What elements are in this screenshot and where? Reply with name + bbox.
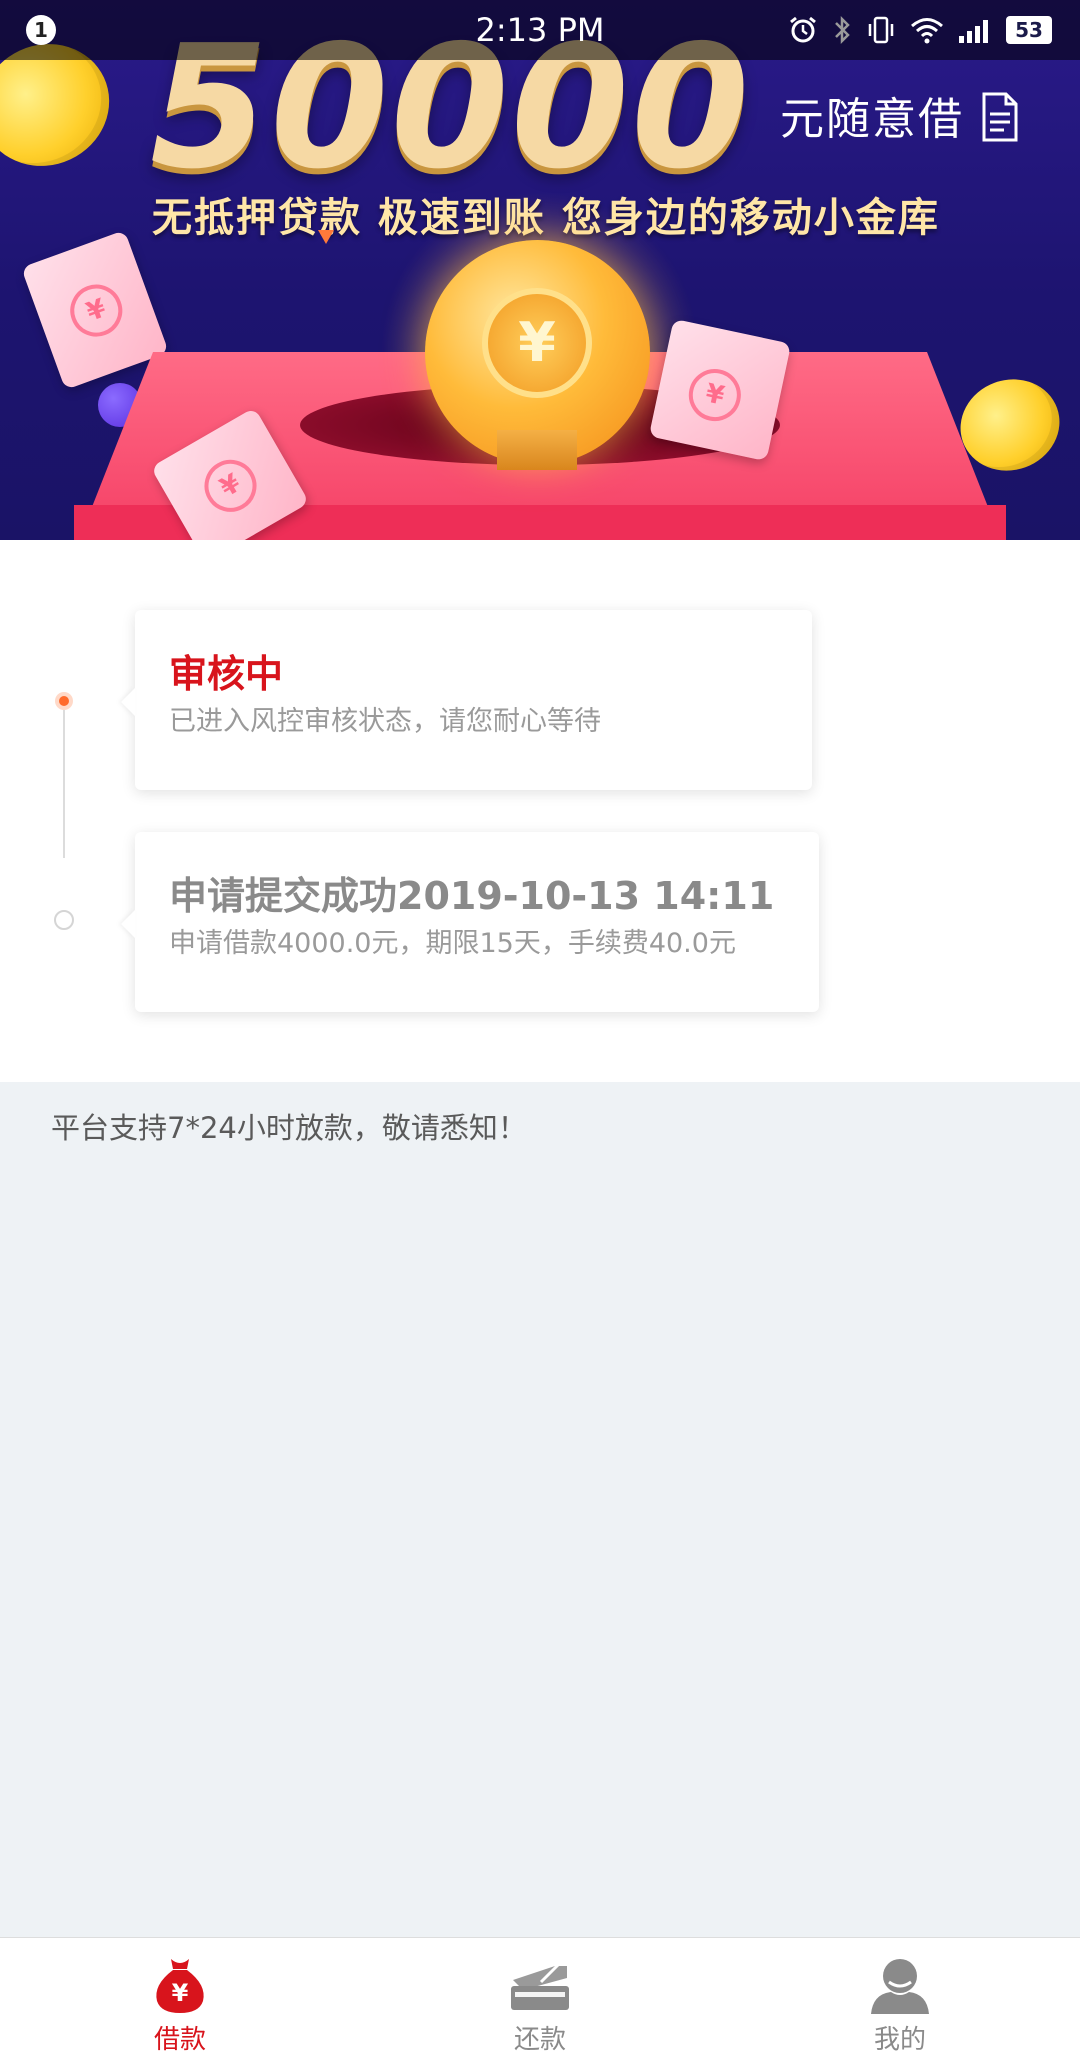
nav-item-repay[interactable]: 还款 [360, 1938, 720, 2061]
timeline-node-active [55, 692, 73, 710]
vibrate-icon [868, 16, 894, 44]
confetti [318, 230, 334, 244]
signal-icon [959, 20, 988, 43]
timeline-node-done [54, 910, 74, 930]
banner-amount-suffix: 元随意借 [780, 94, 964, 145]
user-icon [866, 1954, 934, 2018]
nav-label: 还款 [513, 2025, 566, 2055]
nav-label: 借款 [153, 2025, 206, 2055]
banknote-icon: ¥ [648, 318, 792, 462]
document-icon[interactable] [980, 92, 1020, 142]
banknote-seal: ¥ [684, 364, 746, 426]
lightbulb-base [497, 430, 577, 470]
battery-level: 53 [1006, 16, 1052, 44]
status-bar: 1 2:13 PM 53 [0, 0, 1080, 60]
wifi-icon [911, 18, 943, 44]
status-description: 已进入风控审核状态，请您耐心等待 [169, 706, 601, 737]
status-card-review: 审核中 已进入风控审核状态，请您耐心等待 [135, 610, 812, 790]
banknote-icon: ¥ [21, 230, 169, 390]
status-icons: 53 [788, 12, 1052, 48]
card-pay-icon [506, 1954, 574, 2018]
nav-label: 我的 [873, 2025, 926, 2055]
nav-item-mine[interactable]: 我的 [720, 1938, 1080, 2061]
svg-text:¥: ¥ [172, 1979, 189, 2007]
nav-item-borrow[interactable]: ¥ 借款 [0, 1938, 360, 2061]
bottom-nav: ¥ 借款 还款 我的 [0, 1937, 1080, 2061]
banknote-seal: ¥ [194, 450, 267, 522]
money-bag-icon: ¥ [146, 1954, 214, 2018]
status-title: 申请提交成功2019-10-13 14:11 [169, 874, 775, 918]
banner-slogan: 无抵押贷款 极速到账 您身边的移动小金库 [152, 195, 940, 241]
bluetooth-icon [835, 15, 850, 45]
status-description: 申请借款4000.0元，期限15天，手续费40.0元 [169, 928, 736, 959]
loan-status-timeline: 审核中 已进入风控审核状态，请您耐心等待 申请提交成功2019-10-13 14… [0, 540, 1080, 1082]
status-card-submitted: 申请提交成功2019-10-13 14:11 申请借款4000.0元，期限15天… [135, 832, 819, 1012]
service-notice: 平台支持7*24小时放款，敬请悉知！ [51, 1111, 527, 1145]
status-title: 审核中 [169, 652, 284, 696]
timeline-rail [63, 702, 65, 858]
promo-banner[interactable]: 50000 元随意借 无抵押贷款 极速到账 您身边的移动小金库 ¥ ¥ ¥ ¥ [0, 0, 1080, 540]
alarm-icon [790, 16, 816, 43]
yuan-coin-icon: ¥ [482, 288, 592, 398]
banknote-seal: ¥ [62, 277, 130, 344]
